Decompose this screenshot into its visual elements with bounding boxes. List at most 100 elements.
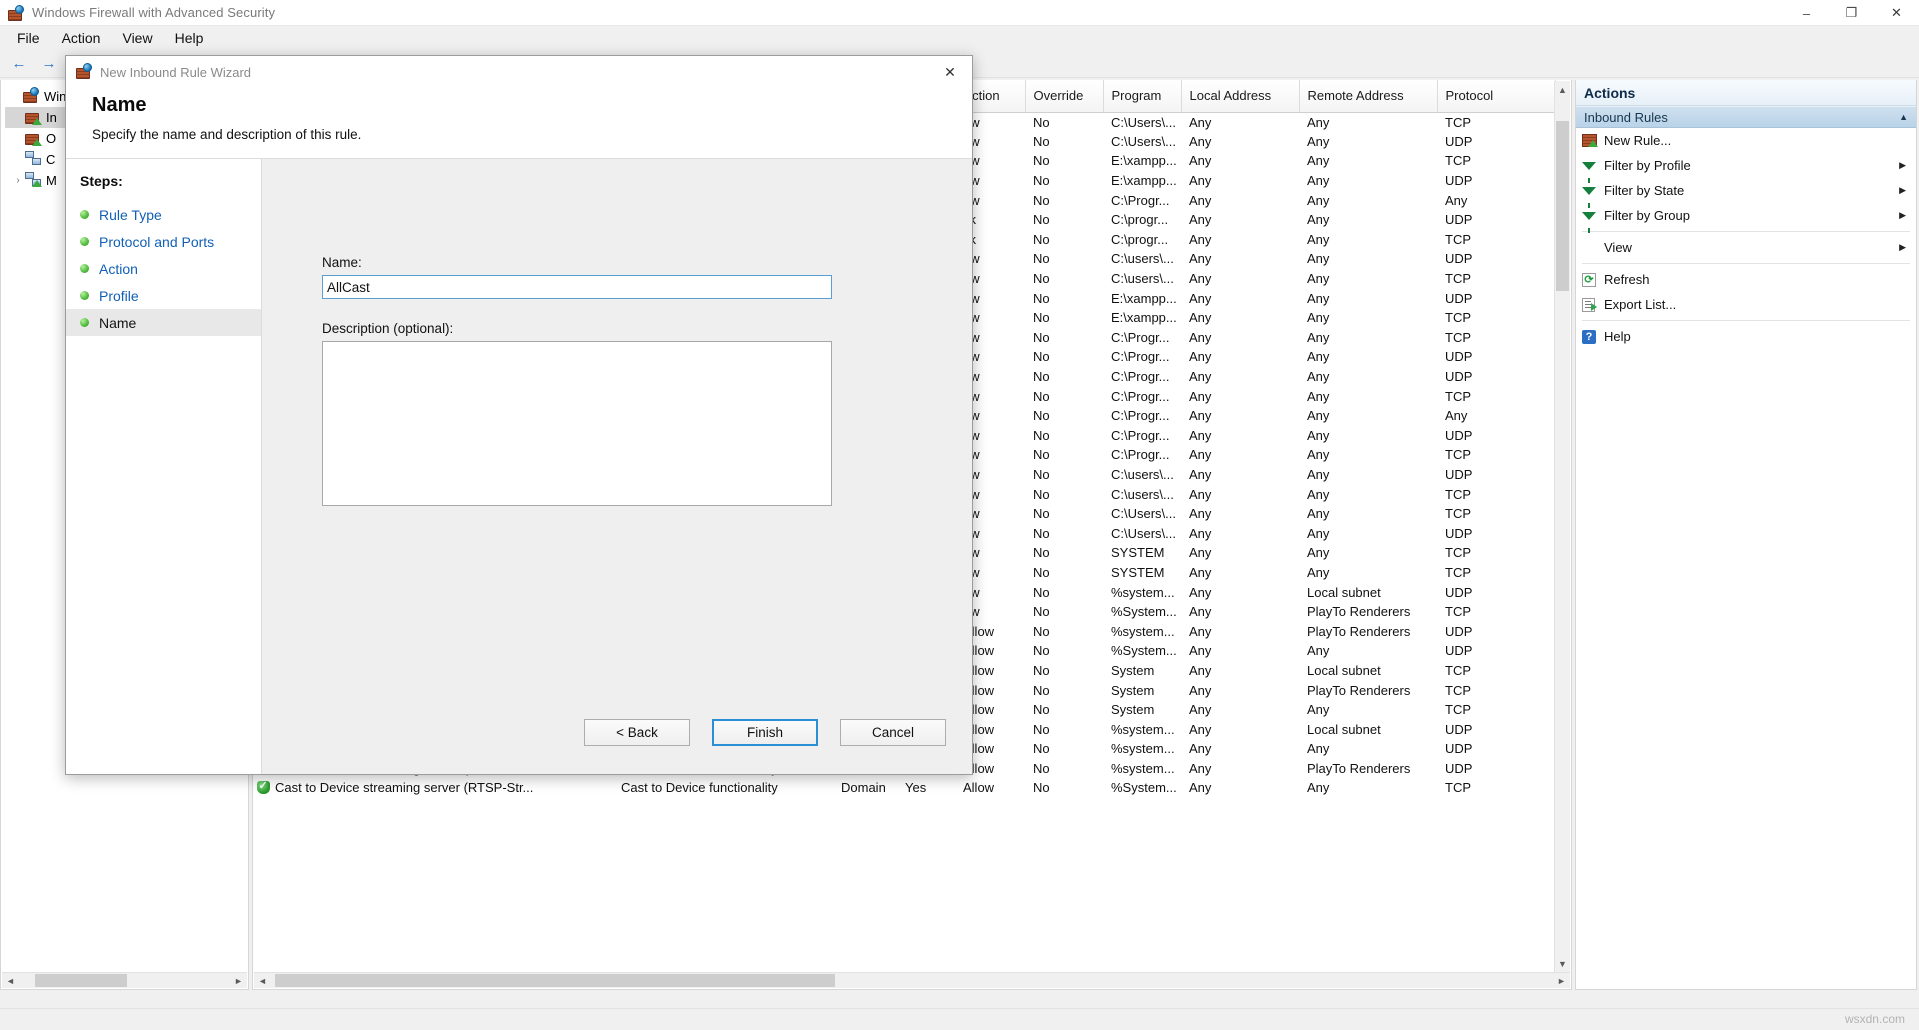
minimize-button[interactable]: – <box>1784 0 1829 26</box>
chevron-right-icon[interactable]: ▶ <box>1899 242 1916 253</box>
scroll-thumb[interactable] <box>275 973 835 987</box>
step-label[interactable]: Rule Type <box>99 207 162 223</box>
table-row[interactable]: Cast to Device streaming server (RTSP-St… <box>253 778 1555 798</box>
rule-profile: Domain <box>841 780 886 796</box>
action-filter-by-group[interactable]: Filter by Group ▶ <box>1576 203 1916 233</box>
menu-item-action[interactable]: Action <box>51 27 112 49</box>
rule-name-input[interactable] <box>322 275 832 299</box>
actions-pane-title: Actions <box>1576 80 1916 106</box>
rule-program: C:\progr... <box>1111 212 1169 228</box>
menu-item-help[interactable]: Help <box>164 27 215 49</box>
filter-icon <box>1582 186 1604 208</box>
rule-description-textarea[interactable] <box>322 341 832 506</box>
menu-item-view[interactable]: View <box>111 27 163 49</box>
connection-security-icon <box>25 151 41 168</box>
scroll-track[interactable] <box>19 973 230 989</box>
column-header-protocol[interactable]: Protocol <box>1437 80 1556 113</box>
rule-local-address: Any <box>1189 545 1212 561</box>
action-new-rule[interactable]: New Rule... <box>1576 128 1916 153</box>
scroll-up-icon[interactable]: ▲ <box>1555 81 1570 98</box>
rule-program: C:\Progr... <box>1111 369 1170 385</box>
scroll-track[interactable] <box>271 973 1553 989</box>
rule-override: No <box>1033 153 1050 169</box>
wizard-step-profile[interactable]: Profile <box>66 282 261 309</box>
column-header-override[interactable]: Override <box>1025 80 1104 113</box>
rule-protocol: UDP <box>1445 741 1473 757</box>
scroll-right-icon[interactable]: ► <box>230 976 247 986</box>
rule-protocol: UDP <box>1445 525 1473 541</box>
rule-remote-address: Any <box>1307 741 1330 757</box>
wizard-step-rule-type[interactable]: Rule Type <box>66 201 261 228</box>
menu-item-file[interactable]: File <box>6 27 51 49</box>
menu-bar: File Action View Help <box>0 26 1919 50</box>
rule-local-address: Any <box>1189 760 1212 776</box>
finish-button[interactable]: Finish <box>712 719 818 746</box>
expander-icon[interactable]: › <box>11 175 25 186</box>
scroll-thumb[interactable] <box>35 973 127 987</box>
action-export-list[interactable]: Export List... <box>1576 292 1916 317</box>
step-label[interactable]: Profile <box>99 288 139 304</box>
rule-program: C:\users\... <box>1111 271 1174 287</box>
step-label[interactable]: Protocol and Ports <box>99 234 214 250</box>
cancel-button[interactable]: Cancel <box>840 719 946 746</box>
wizard-step-action[interactable]: Action <box>66 255 261 282</box>
rule-local-address: Any <box>1189 212 1212 228</box>
close-button[interactable]: ✕ <box>1874 0 1919 26</box>
rule-local-address: Any <box>1189 525 1212 541</box>
rule-remote-address: Any <box>1307 212 1330 228</box>
maximize-button[interactable]: ❐ <box>1829 0 1874 26</box>
rule-protocol: TCP <box>1445 564 1471 580</box>
rules-horizontal-scrollbar[interactable]: ◄ ► <box>254 972 1570 988</box>
column-header-remote-address[interactable]: Remote Address <box>1299 80 1438 113</box>
action-label: Help <box>1604 329 1631 344</box>
scroll-left-icon[interactable]: ◄ <box>254 976 271 986</box>
action-refresh[interactable]: ⟳ Refresh <box>1576 267 1916 292</box>
actions-group-inbound-rules[interactable]: Inbound Rules ▲ <box>1576 106 1916 128</box>
actions-group-label: Inbound Rules <box>1584 109 1668 125</box>
action-label: View <box>1604 240 1632 255</box>
rules-vertical-scrollbar[interactable]: ▲ ▼ <box>1554 81 1570 972</box>
rule-remote-address: Any <box>1307 349 1330 365</box>
rule-protocol: TCP <box>1445 271 1471 287</box>
action-filter-by-state[interactable]: Filter by State ▶ <box>1576 178 1916 208</box>
action-filter-by-profile[interactable]: Filter by Profile ▶ <box>1576 153 1916 183</box>
rule-local-address: Any <box>1189 427 1212 443</box>
wizard-step-name[interactable]: Name <box>66 309 261 336</box>
chevron-right-icon[interactable]: ▶ <box>1899 185 1916 196</box>
scroll-thumb[interactable] <box>1556 121 1569 291</box>
wizard-step-protocol-and-ports[interactable]: Protocol and Ports <box>66 228 261 255</box>
scroll-left-icon[interactable]: ◄ <box>2 976 19 986</box>
chevron-up-icon[interactable]: ▲ <box>1899 112 1908 122</box>
rule-local-address: Any <box>1189 349 1212 365</box>
rule-protocol: UDP <box>1445 369 1473 385</box>
rule-protocol: UDP <box>1445 643 1473 659</box>
action-view[interactable]: View ▶ <box>1576 235 1916 260</box>
chevron-right-icon[interactable]: ▶ <box>1899 210 1916 221</box>
scroll-down-icon[interactable]: ▼ <box>1555 955 1570 972</box>
action-help[interactable]: ? Help <box>1576 324 1916 349</box>
step-label[interactable]: Action <box>99 261 138 277</box>
back-button[interactable]: < Back <box>584 719 690 746</box>
rule-override: No <box>1033 662 1050 678</box>
column-header-local-address[interactable]: Local Address <box>1181 80 1300 113</box>
chevron-right-icon[interactable]: ▶ <box>1899 160 1916 171</box>
rule-program: %system... <box>1111 760 1175 776</box>
rule-program: System <box>1111 702 1155 718</box>
window-titlebar: Windows Firewall with Advanced Security … <box>0 0 1919 26</box>
rule-remote-address: Any <box>1307 271 1330 287</box>
rule-local-address: Any <box>1189 192 1212 208</box>
rule-program: C:\users\... <box>1111 486 1174 502</box>
scroll-right-icon[interactable]: ► <box>1553 976 1570 986</box>
rule-local-address: Any <box>1189 604 1212 620</box>
rule-protocol: TCP <box>1445 114 1471 130</box>
column-header-program[interactable]: Program <box>1103 80 1182 113</box>
rule-program: E:\xampp... <box>1111 153 1177 169</box>
forward-icon[interactable]: → <box>36 53 62 75</box>
dialog-body: Steps: Rule Type Protocol and Ports Acti… <box>66 158 972 774</box>
back-icon[interactable]: ← <box>6 53 32 75</box>
rule-local-address: Any <box>1189 329 1212 345</box>
status-bar <box>0 1008 1919 1030</box>
rule-protocol: UDP <box>1445 584 1473 600</box>
dialog-close-icon[interactable]: ✕ <box>928 56 972 88</box>
tree-horizontal-scrollbar[interactable]: ◄ ► <box>2 972 247 988</box>
